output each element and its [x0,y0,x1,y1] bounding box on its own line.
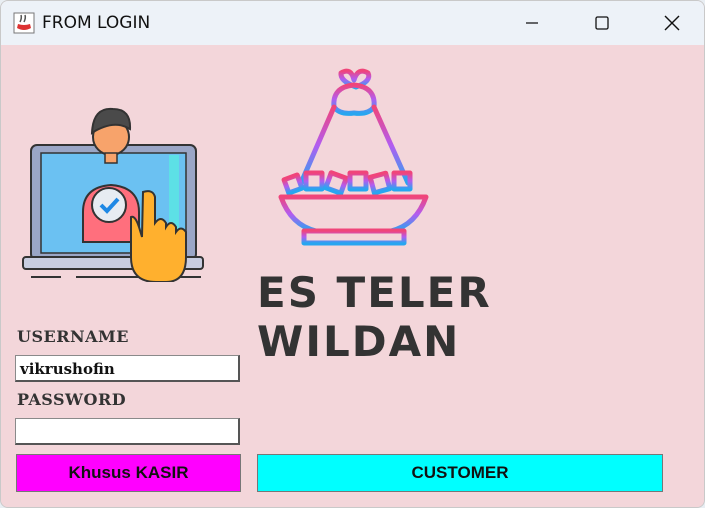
window-title: FROM LOGIN [42,13,151,33]
java-cup-icon [13,12,35,34]
form-content: ES TELER WILDAN USERNAME vikrushofin PAS… [1,45,704,507]
customer-button[interactable]: CUSTOMER [257,454,663,492]
password-label: PASSWORD [17,390,127,409]
title-bar[interactable]: FROM LOGIN [1,1,704,45]
maximize-button[interactable] [567,1,637,45]
username-label: USERNAME [17,327,129,346]
username-input[interactable]: vikrushofin [15,355,240,382]
es-teler-dessert-bowl-icon [278,68,429,246]
minimize-button[interactable] [497,1,567,45]
login-window: FROM LOGIN ES TELER WILDAN USERNAME vikr… [0,0,705,508]
close-icon [664,15,680,31]
maximize-icon [595,16,609,30]
close-button[interactable] [637,1,704,45]
brand-name: ES TELER WILDAN [257,268,492,366]
minimize-icon [526,22,538,24]
laptop-login-user-illustration [22,107,204,282]
kasir-button[interactable]: Khusus KASIR [16,454,241,492]
password-input[interactable] [15,418,240,445]
